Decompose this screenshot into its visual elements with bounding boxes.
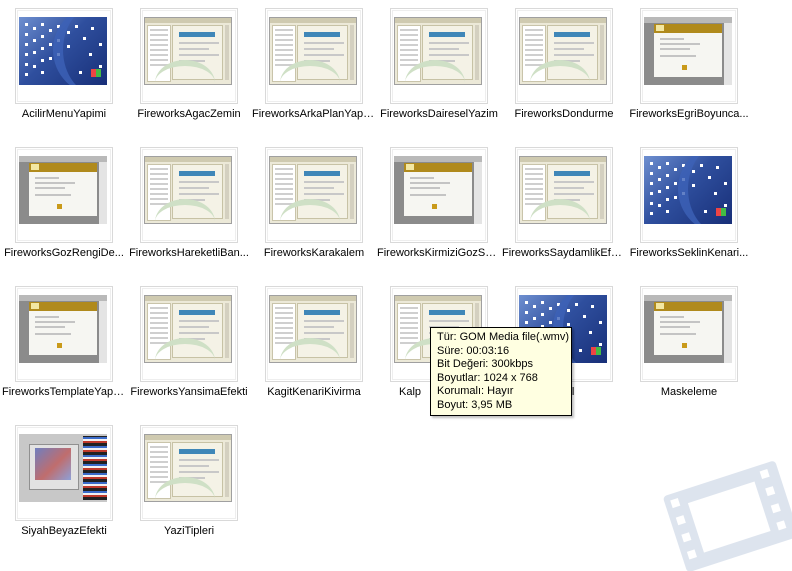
tooltip-dimensions: Boyutlar: 1024 x 768 [437,371,538,384]
dialog-preview [19,156,107,224]
file-thumbnail[interactable] [265,286,363,382]
file-item[interactable]: Maskeleme [627,278,751,413]
file-name[interactable]: FireworksHareketliBan... [127,247,251,259]
file-item[interactable]: FireworksSeklinKenari... [627,139,751,274]
file-name[interactable]: FireworksSeklinKenari... [627,247,751,259]
tooltip-duration: Süre: 00:03:16 [437,344,510,357]
app-preview [269,17,357,85]
file-name[interactable]: FireworksTemplateYapimi [2,386,126,398]
file-name[interactable]: FireworksArkaPlanYapimi [252,108,376,120]
file-thumbnail[interactable] [140,147,238,243]
file-thumbnail[interactable] [140,8,238,104]
file-item[interactable]: AcilirMenuYapimi [2,0,126,135]
film-strip-icon [663,461,792,571]
file-name[interactable]: FireworksDaireselYazim [377,108,501,120]
file-thumbnail[interactable] [515,147,613,243]
file-item[interactable]: FireworksEgriBoyunca... [627,0,751,135]
file-item[interactable]: FireworksAgacZemin [127,0,251,135]
app-preview [144,17,232,85]
file-item[interactable]: FireworksYansimaEfekti [127,278,251,413]
file-item[interactable]: FireworksKarakalem [252,139,376,274]
file-item[interactable]: FireworksGozRengiDe... [2,139,126,274]
file-item[interactable]: FireworksTemplateYapimi [2,278,126,413]
file-item[interactable]: FireworksDondurme [502,0,626,135]
file-thumbnail[interactable] [265,147,363,243]
dialog-preview [644,17,732,85]
app-preview [144,295,232,363]
file-name[interactable]: FireworksAgacZemin [127,108,251,120]
file-thumbnail[interactable] [640,8,738,104]
file-name[interactable]: SiyahBeyazEfekti [2,525,126,537]
file-name[interactable]: FireworksDondurme [502,108,626,120]
tooltip-bitrate: Bit Değeri: 300kbps [437,358,533,371]
file-item[interactable]: YaziTipleri [127,417,251,552]
app-preview [519,156,607,224]
app-preview [144,434,232,502]
file-thumbnail[interactable] [15,425,113,521]
tooltip-protected: Korumalı: Hayır [437,385,514,398]
file-item[interactable]: FireworksDaireselYazim [377,0,501,135]
file-name[interactable]: FireworksGozRengiDe... [2,247,126,259]
app-preview [144,156,232,224]
file-thumbnail[interactable] [640,286,738,382]
app-preview [269,295,357,363]
file-thumbnail[interactable] [265,8,363,104]
file-name[interactable]: FireworksKirmiziGozSor... [377,247,501,259]
file-thumbnail[interactable] [515,8,613,104]
file-name[interactable]: FireworksYansimaEfekti [127,386,251,398]
file-name[interactable]: AcilirMenuYapimi [2,108,126,120]
file-name[interactable]: YaziTipleri [127,525,251,537]
app-preview [269,156,357,224]
file-item[interactable]: KagitKenariKivirma [252,278,376,413]
photo-preview [19,434,107,502]
tooltip-size: Boyut: 3,95 MB [437,398,513,411]
file-info-tooltip: Tür: GOM Media file(.wmv) Süre: 00:03:16… [430,327,572,416]
file-name[interactable]: FireworksKarakalem [252,247,376,259]
file-name[interactable]: FireworksEgriBoyunca... [627,108,751,120]
file-thumbnail[interactable] [15,147,113,243]
dialog-preview [644,295,732,363]
app-preview [519,17,607,85]
desktop-preview [644,156,732,224]
file-name[interactable]: Maskeleme [627,386,751,398]
file-item[interactable]: SiyahBeyazEfekti [2,417,126,552]
file-thumbnail[interactable] [140,425,238,521]
dialog-preview [394,156,482,224]
file-thumbnail[interactable] [390,147,488,243]
file-item[interactable]: FireworksArkaPlanYapimi [252,0,376,135]
file-thumbnail[interactable] [15,8,113,104]
file-name[interactable]: FireworksSaydamlikEfekti [502,247,626,259]
app-preview [394,17,482,85]
file-thumbnail[interactable] [640,147,738,243]
tooltip-type: Tür: GOM Media file(.wmv) [437,331,570,343]
file-name[interactable]: KagitKenariKivirma [252,386,376,398]
file-thumbnail[interactable] [140,286,238,382]
dialog-preview [19,295,107,363]
file-thumbnail[interactable] [390,8,488,104]
file-thumbnail[interactable] [15,286,113,382]
file-item[interactable]: FireworksHareketliBan... [127,139,251,274]
desktop-preview [19,17,107,85]
file-item[interactable]: FireworksSaydamlikEfekti [502,139,626,274]
file-item[interactable]: FireworksKirmiziGozSor... [377,139,501,274]
